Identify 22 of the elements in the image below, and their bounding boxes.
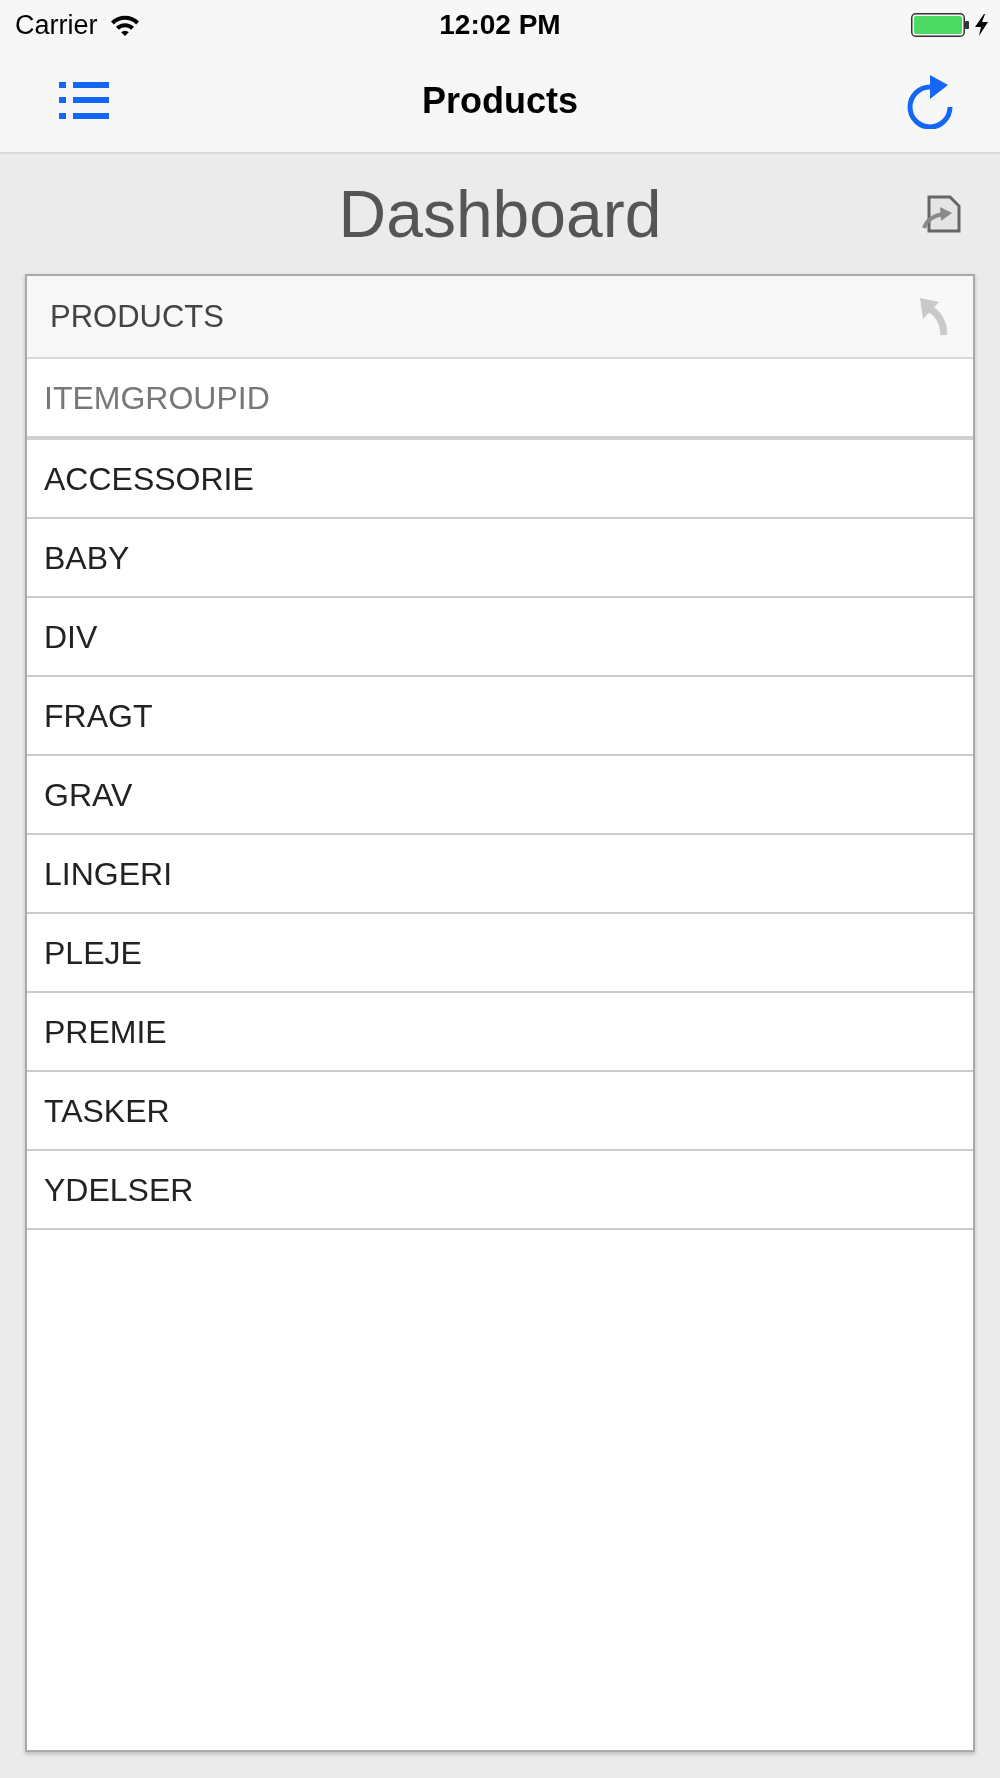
table-cell-text: BABY (43, 538, 131, 578)
table-cell-text: DIV (43, 617, 99, 657)
clock-time: 12:02 PM (439, 11, 561, 39)
table-cell-text: PLEJE (43, 933, 143, 973)
wifi-icon (109, 14, 140, 36)
table-cell-text: LINGERI (43, 854, 174, 894)
table-cell-text: YDELSER (43, 1170, 195, 1210)
nav-title: Products (422, 83, 578, 119)
dashboard-title: Dashboard (338, 181, 662, 247)
refresh-icon[interactable] (905, 73, 953, 129)
column-header: ITEMGROUPID (43, 378, 271, 418)
panel-title: PRODUCTS (50, 301, 224, 332)
export-icon[interactable] (922, 194, 962, 234)
table-cell-text: GRAV (43, 775, 134, 815)
table-cell-text: TASKER (43, 1091, 171, 1131)
battery-icon (911, 13, 969, 37)
table-cell-text: PREMIE (43, 1012, 168, 1052)
table-cell-text: FRAGT (43, 696, 154, 736)
lightning-bolt-icon (975, 14, 988, 36)
carrier-label: Carrier (15, 11, 98, 39)
menu-icon[interactable] (59, 82, 109, 120)
table-cell-text: ACCESSORIE (43, 459, 255, 499)
